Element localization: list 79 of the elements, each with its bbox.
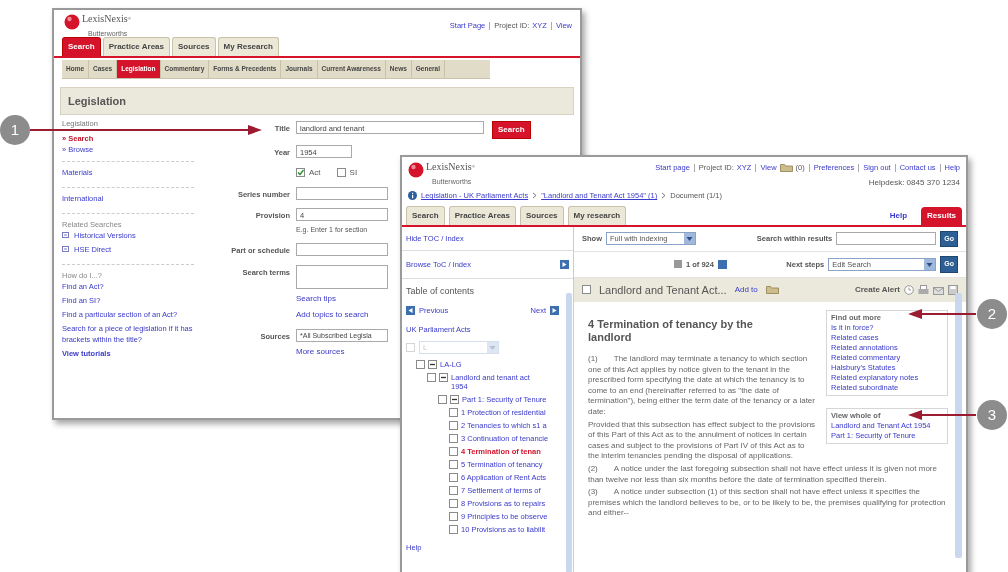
- form-link[interactable]: Search tips: [296, 292, 337, 305]
- scrollbar[interactable]: [955, 292, 962, 558]
- email-icon[interactable]: [933, 284, 944, 295]
- logo-ball-icon: [64, 14, 80, 30]
- chevron-icon: [661, 192, 667, 200]
- step-marker: 1: [0, 115, 30, 145]
- search-button[interactable]: Search: [492, 121, 531, 140]
- paragraph-text: (2) A notice under the last foregoing subsection shall not have effect unless it is given not more than twelve nor less than six months before the date of termination specified therein.: [588, 463, 938, 486]
- form-link[interactable]: Add topics to search: [296, 308, 369, 321]
- tab[interactable]: My research: [567, 205, 627, 225]
- paragraph-text: Provided that this subsection has effect subject to the provisions of this Part of this Act as to the annulment of notices in certain cases and subject to the provisions of Part IV of this Act as to the interim tenancies pending the disposal of applications.: [588, 419, 816, 462]
- tab[interactable]: Sources: [520, 205, 564, 225]
- checkbox-label: SI: [349, 166, 358, 179]
- checkbox[interactable]: [449, 499, 458, 508]
- checkbox[interactable]: [336, 168, 346, 177]
- expander-icon[interactable]: [439, 373, 448, 382]
- checkbox[interactable]: [449, 473, 458, 482]
- checkbox[interactable]: [449, 486, 458, 495]
- tab[interactable]: Help: [883, 206, 914, 225]
- checkbox[interactable]: [449, 408, 458, 417]
- checkbox[interactable]: [449, 434, 458, 443]
- logo-wordmark: LexisNexis$^{®}$: [82, 14, 132, 24]
- callout-arrow: [908, 309, 977, 319]
- checkbox[interactable]: [416, 360, 425, 369]
- search-link-icon: [62, 246, 70, 254]
- helpdesk-text: Helpdesk: 0845 370 1234: [868, 177, 960, 190]
- info-icon: [408, 191, 417, 201]
- add-to-link[interactable]: Add to: [734, 283, 758, 296]
- page-title: Legislation: [60, 86, 574, 116]
- printer-icon[interactable]: [918, 284, 929, 295]
- checkbox[interactable]: [296, 168, 305, 177]
- caret-icon: [684, 233, 695, 245]
- folder-icon[interactable]: [765, 285, 779, 295]
- expander-icon[interactable]: [450, 395, 459, 404]
- checkbox[interactable]: [449, 525, 458, 534]
- checkbox[interactable]: [449, 447, 458, 456]
- callout-arrow: [908, 410, 977, 420]
- checkbox[interactable]: [449, 421, 458, 430]
- expand-icon[interactable]: [560, 259, 569, 269]
- tab[interactable]: Search: [406, 205, 445, 225]
- scrollbar[interactable]: [566, 292, 572, 572]
- left-arrow-icon[interactable]: [406, 305, 415, 315]
- tab[interactable]: My Research: [217, 37, 279, 56]
- paragraph-text: (3) A notice under subsection (1) of this section shall not have effect unless it specifies the premises which the landlord believes to be, or to be likely to be, the premises qualifying for protection and either--: [588, 487, 947, 519]
- save-icon[interactable]: [948, 284, 958, 295]
- create-alert-link[interactable]: Create Alert: [854, 283, 900, 296]
- tab[interactable]: Practice Areas: [448, 205, 516, 225]
- search-field[interactable]: [836, 232, 937, 246]
- checkbox[interactable]: [427, 373, 436, 382]
- paragraph-text: (1) The landlord may terminate a tenancy to which section one of this Act applies by notice given to the tenant in the prescribed form specifying the date at which the tenancy is to come to an end (hereinafter referred to as "the date of termination"), being either the term date of the tenancy or a later date:: [588, 354, 816, 418]
- chevron-icon: [532, 192, 538, 200]
- search-link-icon: [62, 232, 70, 240]
- check-icon: [297, 169, 304, 176]
- form-link[interactable]: More sources: [296, 345, 345, 358]
- step-marker: 3: [977, 400, 1007, 430]
- checkbox[interactable]: [449, 460, 458, 469]
- right-arrow-icon[interactable]: [550, 305, 559, 315]
- text-area[interactable]: [296, 264, 388, 289]
- document-title: Landlord and Tenant Act...: [599, 282, 727, 298]
- logo-wordmark: LexisNexis$^{®}$: [426, 162, 476, 172]
- checkbox[interactable]: [438, 395, 447, 404]
- checkbox[interactable]: [582, 285, 591, 295]
- caret-icon: [924, 258, 936, 270]
- section-heading: 4 Termination of tenancy by the landlord: [588, 318, 754, 344]
- tab[interactable]: Sources: [172, 37, 216, 56]
- tab[interactable]: Search: [62, 37, 101, 56]
- logo-ball-icon: [408, 162, 424, 178]
- expander-icon[interactable]: [428, 360, 437, 369]
- step-marker: 2: [977, 299, 1007, 329]
- text-field[interactable]: [296, 186, 388, 200]
- caret-icon: [487, 342, 498, 353]
- tab[interactable]: Practice Areas: [102, 37, 170, 56]
- text-field[interactable]: [296, 243, 388, 257]
- clock-icon[interactable]: [904, 284, 914, 295]
- toc-title: Table of contents: [406, 285, 476, 298]
- checkbox-label: Act: [309, 166, 321, 179]
- checkbox[interactable]: [449, 512, 458, 521]
- folder-icon[interactable]: [779, 163, 793, 173]
- tab[interactable]: Results: [921, 206, 962, 225]
